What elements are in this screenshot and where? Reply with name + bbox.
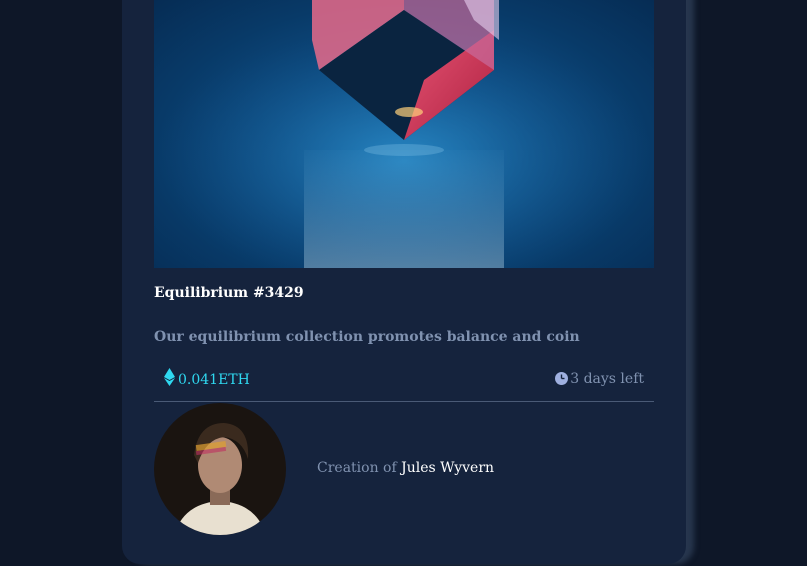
creator-prefix: Creation of [317,460,402,476]
time-left-display: 3 days left [555,371,644,387]
price-value: 0.041ETH [178,372,250,388]
clock-icon [555,372,569,385]
creator-avatar[interactable] [154,403,286,535]
creator-credit: Creation of Jules Wyvern [317,460,494,476]
ethereum-icon [164,368,175,386]
price-display: 0.041ETH [164,368,250,388]
nft-card: Equilibrium #3429 Our equilibrium collec… [122,0,686,564]
divider [154,401,654,402]
creator-name[interactable]: Jules Wyvern [401,460,494,476]
nft-description: Our equilibrium collection promotes bala… [154,329,580,345]
time-left-value: 3 days left [570,371,644,387]
nft-image[interactable] [154,0,654,268]
nft-title[interactable]: Equilibrium #3429 [154,285,304,301]
